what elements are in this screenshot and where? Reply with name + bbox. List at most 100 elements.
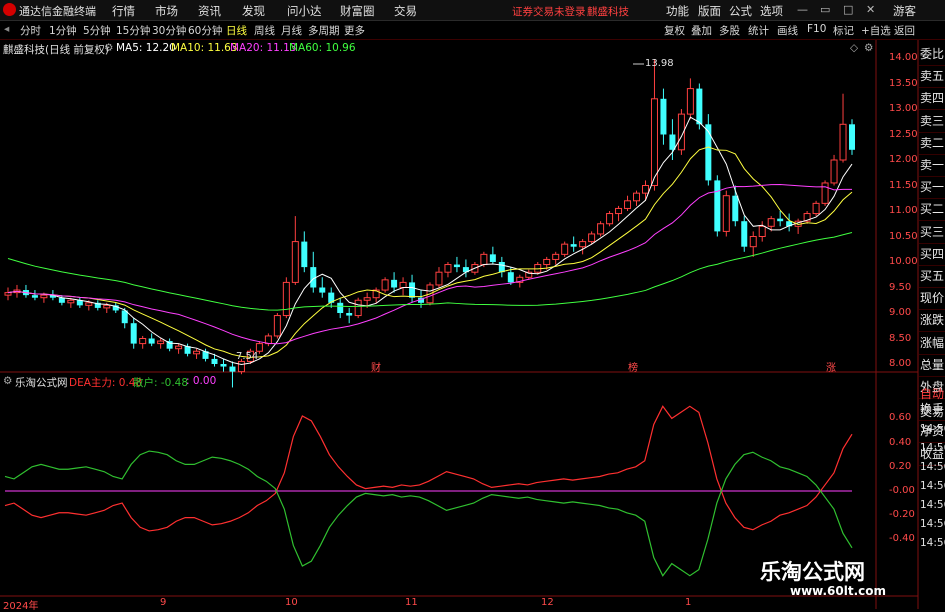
price-axis-label: 10.50 xyxy=(889,230,918,242)
side-panel-item[interactable]: 买二 xyxy=(919,198,945,222)
candle-body xyxy=(543,258,551,266)
candle-body xyxy=(705,124,712,181)
price-axis-label: 8.50 xyxy=(889,332,912,344)
trade-label[interactable]: 交易 xyxy=(920,403,944,420)
candle-body xyxy=(507,272,514,283)
side-panel-item[interactable]: 卖三 xyxy=(919,110,945,133)
candle-body xyxy=(749,236,757,248)
date-label: 11 xyxy=(405,597,418,608)
candle-body xyxy=(291,241,299,283)
side-panel-item[interactable]: 买五 xyxy=(919,265,945,288)
candle-body xyxy=(812,202,820,215)
trade-time: 14:56 xyxy=(920,461,945,473)
candle-body xyxy=(741,221,748,247)
candle-body xyxy=(363,297,371,301)
candle-body xyxy=(660,98,667,135)
side-panel-item[interactable]: 卖五 xyxy=(919,65,945,89)
candle-body xyxy=(157,340,165,345)
trade-time: 14:56 xyxy=(920,537,945,549)
price-axis-label: 12.50 xyxy=(889,128,918,140)
candle-body xyxy=(641,185,649,194)
candle-body xyxy=(381,279,389,291)
kline-chart[interactable] xyxy=(0,0,945,609)
candle-body xyxy=(714,180,721,232)
candle-body xyxy=(229,366,236,372)
candle-body xyxy=(633,192,641,202)
side-panel-item[interactable]: 涨幅 xyxy=(919,332,945,355)
candle-body xyxy=(579,241,587,248)
candle-body xyxy=(193,350,201,355)
candle-body xyxy=(220,364,227,367)
candle-body xyxy=(686,88,694,115)
indicator-axis-label: -0.00 xyxy=(889,485,915,496)
candle-body xyxy=(148,338,155,344)
candle-body xyxy=(839,123,847,161)
date-label: 12 xyxy=(541,597,554,608)
candle-body xyxy=(821,182,829,204)
candle-body xyxy=(40,294,48,299)
candle-body xyxy=(58,297,65,303)
candle-body xyxy=(282,281,290,317)
side-panel-item[interactable]: 卖一 xyxy=(919,154,945,177)
watermark-text: 乐淘公式网 xyxy=(760,560,865,584)
event-marker-finance[interactable]: 财 xyxy=(371,359,381,374)
candle-body xyxy=(489,254,496,262)
event-marker-list[interactable]: 榜 xyxy=(628,359,638,374)
candle-body xyxy=(722,195,730,232)
retail-line xyxy=(4,450,853,577)
candle-body xyxy=(354,299,362,317)
candle-body xyxy=(337,302,344,313)
price-axis-label: 9.00 xyxy=(889,307,912,318)
candle-body xyxy=(480,253,488,266)
candle-body xyxy=(588,233,596,243)
candle-body xyxy=(767,218,775,227)
candle-body xyxy=(669,134,676,150)
date-label: 2024年 xyxy=(3,601,39,612)
candle-body xyxy=(597,223,605,235)
candle-body xyxy=(758,225,766,238)
candle-body xyxy=(85,302,93,306)
candle-body xyxy=(4,292,12,296)
indicator-axis-label: 0.60 xyxy=(889,412,912,424)
candle-body xyxy=(453,264,460,268)
candle-body xyxy=(67,299,75,304)
side-panel-item[interactable]: 卖二 xyxy=(919,132,945,155)
auto-label[interactable]: 自动 xyxy=(920,385,944,402)
side-panel-item[interactable]: 涨跌 xyxy=(919,309,945,333)
price-axis-label: 11.50 xyxy=(889,179,918,191)
side-panel-item[interactable]: 买一 xyxy=(919,176,945,200)
side-panel-item[interactable]: 卖四 xyxy=(919,87,945,111)
candle-body xyxy=(211,358,218,364)
event-marker-limit-up[interactable]: 涨 xyxy=(826,359,836,374)
date-label: 10 xyxy=(285,597,298,608)
indicator-axis-label: 0.40 xyxy=(889,436,912,448)
side-panel-item[interactable]: 现价 xyxy=(919,287,945,311)
side-panel-item[interactable]: 委比 xyxy=(919,43,945,66)
candle-body xyxy=(409,282,416,298)
candle-body xyxy=(849,124,855,150)
candle-body xyxy=(570,244,577,247)
candle-body xyxy=(103,304,111,309)
side-panel-item[interactable]: 买四 xyxy=(919,243,945,266)
side-panel-item[interactable]: 买三 xyxy=(919,221,945,244)
price-axis-label: 11.00 xyxy=(889,205,918,216)
candle-body xyxy=(139,338,147,345)
price-axis-label: 10.00 xyxy=(889,256,918,267)
candle-body xyxy=(830,159,838,184)
side-panel-item[interactable]: 总量 xyxy=(919,354,945,377)
candle-body xyxy=(31,295,38,298)
candle-body xyxy=(399,281,407,288)
candle-body xyxy=(346,313,353,316)
date-label: 1 xyxy=(685,597,692,608)
candle-body xyxy=(606,213,614,225)
trade-time: 14:56 xyxy=(920,442,945,454)
candle-body xyxy=(444,264,452,273)
indicator-axis-label: -0.20 xyxy=(889,509,915,521)
price-axis-label: 14.00 xyxy=(889,52,918,63)
candle-body xyxy=(561,243,569,255)
indicator-axis-label: -0.40 xyxy=(889,533,915,545)
candle-body xyxy=(498,262,505,273)
candle-body xyxy=(301,241,308,268)
candle-body xyxy=(319,287,326,293)
candle-body xyxy=(391,279,398,288)
